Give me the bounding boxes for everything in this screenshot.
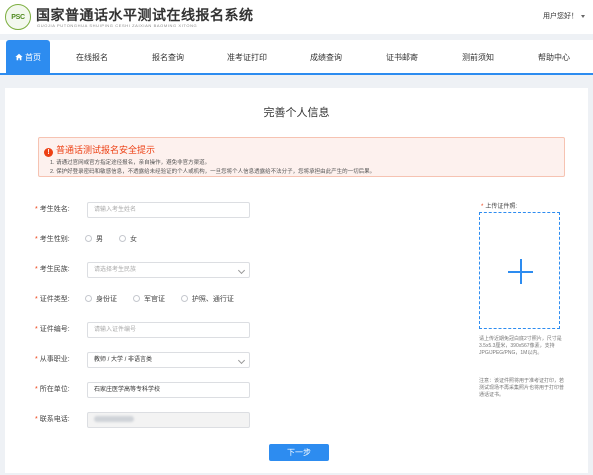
nav-item-test-notice[interactable]: 测前须知	[452, 40, 504, 75]
work-unit-label: * 所在单位:	[35, 386, 70, 393]
greeting-text: 用户您好！	[543, 13, 578, 20]
id-type-passport-radio[interactable]: 护照、通行证	[180, 292, 234, 308]
gender-label: * 考生性别:	[35, 236, 70, 243]
phone-label: * 联系电话:	[35, 416, 70, 423]
main-nav: 首页 在线报名 报名查询 准考证打印 成绩查询 证书邮寄 测前须知 帮助中心	[0, 40, 593, 75]
plus-icon-stem	[520, 259, 522, 284]
nav-item-home[interactable]: 首页	[6, 40, 50, 75]
occupation-select[interactable]: 教师 / 大学 / 非语言类	[87, 352, 250, 368]
id-type-idcard-radio[interactable]: 身份证	[85, 292, 117, 308]
alert-line-2: 2. 保护好登录密码和敏感信息，不透露给未经验证的个人或机构，一旦您将个人信息透…	[50, 169, 376, 175]
alert-line-1: 1. 请通过官网或官方指定途径报名，亲自操作，避免非官方渠道。	[50, 160, 211, 166]
ethnicity-select[interactable]: 请选择考生民族	[87, 262, 250, 278]
nav-item-score-query[interactable]: 成绩查询	[300, 40, 352, 75]
gender-radio-group: 男 女	[85, 232, 151, 248]
nav-item-certificate-mail[interactable]: 证书邮寄	[376, 40, 428, 75]
id-number-input[interactable]: 请输入证件编号	[87, 322, 250, 338]
user-menu[interactable]: 用户您好！	[543, 11, 585, 21]
name-label: * 考生姓名:	[35, 206, 70, 213]
work-unit-input[interactable]: 石家庄医学高等专科学校	[87, 382, 250, 398]
chevron-down-icon	[237, 356, 246, 365]
alert-title: ! 普通话测试报名安全提示	[44, 143, 155, 157]
home-icon	[15, 53, 23, 61]
id-number-row: * 证件编号: 请输入证件编号	[5, 322, 465, 338]
security-alert: ! 普通话测试报名安全提示 1. 请通过官网或官方指定途径报名，亲自操作，避免非官…	[38, 137, 565, 177]
id-number-label: * 证件编号:	[35, 326, 70, 333]
logo-text: PSC	[11, 13, 25, 21]
alert-title-text: 普通话测试报名安全提示	[56, 145, 156, 155]
phone-input	[87, 412, 250, 428]
nav-item-online-registration[interactable]: 在线报名	[66, 40, 118, 75]
id-type-military-radio[interactable]: 军官证	[132, 292, 165, 308]
upload-label: * 上传证件照:	[481, 204, 518, 210]
occupation-row: * 从事职业: 教师 / 大学 / 非语言类	[5, 352, 465, 368]
occupation-label: * 从事职业:	[35, 356, 70, 363]
ethnicity-row: * 考生民族: 请选择考生民族	[5, 262, 465, 278]
site-title: 国家普通话水平测试在线报名系统	[36, 8, 254, 24]
chevron-down-icon	[237, 266, 246, 275]
phone-row: * 联系电话:	[5, 412, 465, 428]
upload-note-requirements: 请上传近期免冠白底2寸照片，尺寸是3.5x5.3厘米，390x567像素，支持J…	[479, 336, 562, 356]
work-unit-row: * 所在单位: 石家庄医学高等专科学校	[5, 382, 465, 398]
id-type-radio-group: 身份证 军官证 护照、通行证	[85, 292, 248, 308]
nav-item-registration-query[interactable]: 报名查询	[142, 40, 194, 75]
nav-item-admission-ticket[interactable]: 准考证打印	[218, 40, 276, 75]
name-input[interactable]: 请输入考生姓名	[87, 202, 250, 218]
site-header: PSC 国家普通话水平测试在线报名系统 GUOJIA PUTONGHUA SHU…	[0, 0, 593, 34]
ethnicity-label: * 考生民族:	[35, 266, 70, 273]
caret-down-icon	[581, 14, 585, 18]
photo-upload-area[interactable]	[479, 212, 560, 329]
psc-logo[interactable]: PSC	[5, 4, 31, 30]
upload-note-usage: 注意：该证件照将用于准考证打印，若测试现场不再采集照片也将用于打印普通话证书。	[479, 378, 565, 398]
id-type-label: * 证件类型:	[35, 296, 70, 303]
gender-female-radio[interactable]: 女	[118, 232, 137, 248]
nav-item-help-center[interactable]: 帮助中心	[528, 40, 580, 75]
next-button[interactable]: 下一步	[269, 444, 329, 461]
name-row: * 考生姓名: 请输入考生姓名	[5, 202, 465, 218]
redacted-phone	[94, 416, 134, 423]
gender-male-radio[interactable]: 男	[85, 232, 103, 248]
site-subtitle: GUOJIA PUTONGHUA SHUIPING CESHI ZAIXIAN …	[37, 23, 198, 28]
gender-row: * 考生性别: 男 女	[5, 232, 465, 248]
nav-label: 首页	[25, 53, 41, 62]
warning-icon: !	[44, 148, 53, 157]
main-content: 完善个人信息 ! 普通话测试报名安全提示 1. 请通过官网或官方指定途径报名，亲自…	[5, 88, 588, 473]
page-title: 完善个人信息	[263, 107, 330, 119]
id-type-row: * 证件类型: 身份证 军官证 护照、通行证	[5, 292, 465, 308]
